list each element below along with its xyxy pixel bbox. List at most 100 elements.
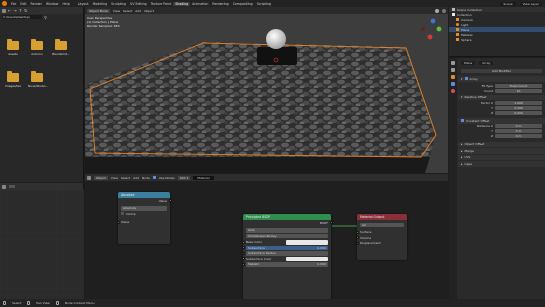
tab-animation[interactable]: Animation bbox=[190, 2, 210, 6]
checkbox-icon[interactable] bbox=[461, 119, 464, 123]
metallic-field[interactable]: Metallic 0.000 bbox=[246, 262, 328, 267]
color-input-socket[interactable] bbox=[241, 240, 245, 244]
tool-tab-icon[interactable] bbox=[451, 61, 455, 65]
modifier-header[interactable]: ▾ Array bbox=[458, 76, 545, 82]
folder-item[interactable]: Blenderkit... bbox=[52, 39, 70, 56]
node-menu-node[interactable]: Node bbox=[142, 176, 150, 180]
caps-section[interactable]: ▸ Caps bbox=[458, 161, 545, 167]
object-tab-icon[interactable] bbox=[451, 75, 455, 79]
viewport-shading-icon[interactable] bbox=[435, 8, 439, 13]
relative-factor-x-field[interactable]: 1.000 bbox=[495, 100, 542, 105]
node-menu-object[interactable]: Object bbox=[94, 175, 108, 180]
editor-type-icon[interactable] bbox=[87, 175, 91, 180]
refresh-icon[interactable]: ↻ bbox=[24, 8, 27, 13]
material-field[interactable]: Material bbox=[193, 175, 214, 180]
clamp-checkbox[interactable] bbox=[121, 212, 124, 216]
relative-factor-y-field[interactable]: 0.000 bbox=[495, 105, 542, 110]
menu-edit[interactable]: Edit bbox=[18, 2, 28, 6]
folder-item[interactable]: Images/tex bbox=[4, 71, 22, 88]
object-name-field[interactable]: Plane bbox=[461, 60, 476, 65]
bsdf-output-socket[interactable] bbox=[329, 221, 333, 225]
value-input-socket[interactable] bbox=[116, 220, 120, 224]
output-target-dropdown[interactable]: All bbox=[360, 222, 404, 227]
scene-selector[interactable]: Scene bbox=[500, 1, 516, 6]
editor-type-icon[interactable] bbox=[2, 184, 6, 189]
vector-input-socket[interactable] bbox=[355, 241, 359, 245]
menu-render[interactable]: Render bbox=[29, 2, 44, 6]
folder-item[interactable]: Nous/Studio... bbox=[28, 71, 48, 88]
viewport-menu-view[interactable]: View bbox=[113, 9, 120, 13]
tab-layout[interactable]: Layout bbox=[76, 2, 91, 6]
node-menu-select[interactable]: Select bbox=[121, 176, 130, 180]
blender-logo-icon[interactable] bbox=[2, 1, 7, 6]
material-tab-icon[interactable] bbox=[451, 89, 455, 93]
search-icon[interactable]: ⚲ bbox=[44, 15, 47, 20]
tab-rendering[interactable]: Rendering bbox=[210, 2, 230, 6]
merge-section[interactable]: ▸ Merge bbox=[458, 148, 545, 154]
node-menu-add[interactable]: Add bbox=[133, 176, 139, 180]
outliner-item-sphere[interactable]: Sphere bbox=[449, 37, 545, 42]
fit-type-dropdown[interactable]: Fixed Count bbox=[495, 84, 542, 88]
folder-item[interactable]: Assets bbox=[4, 39, 22, 56]
parent-folder-icon[interactable]: ↑ bbox=[19, 8, 22, 13]
tab-compositing[interactable]: Compositing bbox=[231, 2, 255, 6]
count-field[interactable]: 10 bbox=[495, 89, 542, 93]
editor-type-icon[interactable] bbox=[2, 8, 6, 13]
value-input-socket[interactable] bbox=[241, 262, 245, 266]
modifier-tab-icon[interactable] bbox=[451, 82, 455, 86]
viewport-menu-add[interactable]: Add bbox=[135, 9, 141, 13]
tab-shading[interactable]: Shading bbox=[173, 1, 191, 6]
menu-help[interactable]: Help bbox=[60, 2, 71, 6]
absolute-node[interactable]: Absolute Value Absolute Clamp Value bbox=[116, 192, 172, 244]
output-node-header[interactable]: Material Output bbox=[357, 214, 407, 220]
object-mode-dropdown[interactable]: Object Mode bbox=[87, 8, 110, 13]
tab-modeling[interactable]: Modeling bbox=[91, 2, 110, 6]
node-menu-view[interactable]: View bbox=[111, 176, 118, 180]
viewport-shading-icon[interactable] bbox=[442, 8, 446, 13]
image-editor-panel[interactable] bbox=[0, 183, 84, 299]
tab-sculpting[interactable]: Sculpting bbox=[109, 2, 128, 6]
modifier-name-field[interactable]: Array bbox=[479, 60, 494, 65]
color-input-socket[interactable] bbox=[241, 257, 245, 261]
file-path-field[interactable]: C:\Users\Desktop\ bbox=[2, 14, 42, 20]
shader-input-socket[interactable] bbox=[355, 230, 359, 234]
folder-icon bbox=[7, 39, 19, 50]
distribution-dropdown[interactable]: GGX bbox=[246, 228, 328, 233]
constant-distance-z-field[interactable]: 0 m bbox=[495, 134, 542, 138]
value-input-socket[interactable] bbox=[241, 246, 245, 250]
menu-file[interactable]: File bbox=[9, 2, 18, 6]
viewport-menu-object[interactable]: Object bbox=[144, 9, 154, 13]
folder-item[interactable]: Autumn bbox=[28, 39, 46, 56]
value-output-socket[interactable] bbox=[168, 199, 172, 203]
subsurface-color-swatch[interactable] bbox=[286, 256, 328, 261]
shader-input-socket[interactable] bbox=[355, 236, 359, 240]
shader-node-editor[interactable]: Object View Select Add Node Use Nodes Sl… bbox=[85, 174, 448, 299]
3d-viewport[interactable]: Object Mode View Select Add Object User … bbox=[85, 7, 448, 173]
principled-bsdf-node[interactable]: Principled BSDF BSDF GGX Christensen-Bur… bbox=[241, 214, 333, 299]
material-output-node[interactable]: Material Output All Surface Volume Displ… bbox=[355, 214, 407, 260]
uvs-section[interactable]: ▸ UVs bbox=[458, 154, 545, 160]
object-offset-section[interactable]: ▸ Object Offset bbox=[458, 141, 545, 147]
use-nodes-checkbox[interactable] bbox=[152, 176, 156, 179]
forward-arrow-icon[interactable]: → bbox=[13, 8, 16, 13]
add-modifier-button[interactable]: Add Modifier bbox=[461, 68, 542, 73]
render-tab-icon[interactable] bbox=[451, 68, 455, 72]
view-layer-selector[interactable]: View Layer bbox=[519, 1, 542, 6]
base-color-swatch[interactable] bbox=[286, 240, 328, 245]
constant-distance-y-field[interactable]: 0 m bbox=[495, 129, 542, 133]
back-arrow-icon[interactable]: ← bbox=[8, 8, 11, 13]
operation-dropdown[interactable]: Absolute bbox=[121, 206, 167, 211]
view-menu-icon[interactable] bbox=[9, 185, 15, 188]
tab-uv-editing[interactable]: UV Editing bbox=[128, 2, 149, 6]
viewport-menu-select[interactable]: Select bbox=[123, 9, 132, 13]
slot-dropdown[interactable]: Slot 1 bbox=[177, 175, 191, 180]
subsurface-radius-field[interactable]: Subsurface Radius bbox=[246, 251, 328, 256]
menu-window[interactable]: Window bbox=[44, 2, 61, 6]
constant-distance-x-field[interactable]: 0 m bbox=[495, 124, 542, 128]
subsurface-method-dropdown[interactable]: Christensen-Burley bbox=[246, 233, 328, 238]
relative-factor-z-field[interactable]: 0.000 bbox=[495, 110, 542, 115]
vector-input-socket[interactable] bbox=[241, 251, 245, 255]
subsurface-field[interactable]: Subsurface 0.000 bbox=[246, 245, 328, 250]
tab-scripting[interactable]: Scripting bbox=[255, 2, 273, 6]
tab-texture-paint[interactable]: Texture Paint bbox=[149, 2, 174, 6]
